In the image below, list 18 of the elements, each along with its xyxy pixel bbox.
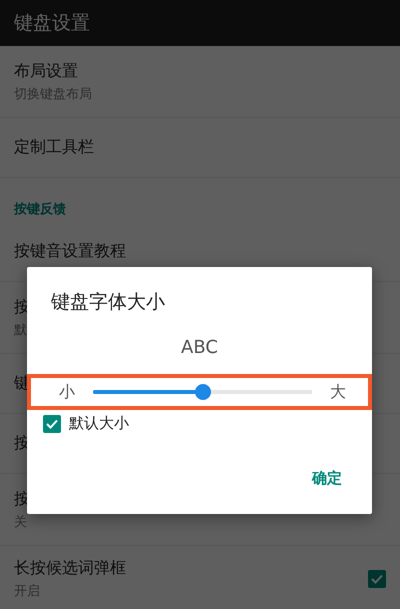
checkbox[interactable] (43, 414, 61, 432)
dialog-title: 键盘字体大小 (51, 290, 166, 315)
max-label: 大 (330, 382, 346, 402)
min-label: 小 (59, 382, 75, 402)
settings-item[interactable]: 定制工具栏 (0, 118, 400, 178)
settings-title: 定制工具栏 (14, 137, 94, 158)
app-bar-title: 键盘设置 (14, 11, 90, 36)
checkbox-label: 默认大小 (69, 414, 129, 433)
checkbox[interactable] (368, 570, 386, 588)
settings-title: 布局设置 (14, 60, 79, 82)
preview-text: ABC (181, 337, 218, 358)
confirm-button[interactable]: 确定 (302, 463, 352, 494)
check-icon (46, 418, 58, 428)
slider-thumb[interactable] (194, 384, 210, 400)
settings-title: 按键音设置教程 (14, 241, 126, 262)
check-icon (371, 574, 383, 584)
settings-title: 长按候选词弹框 (14, 558, 126, 579)
section-header: 按键反馈 (14, 201, 66, 218)
